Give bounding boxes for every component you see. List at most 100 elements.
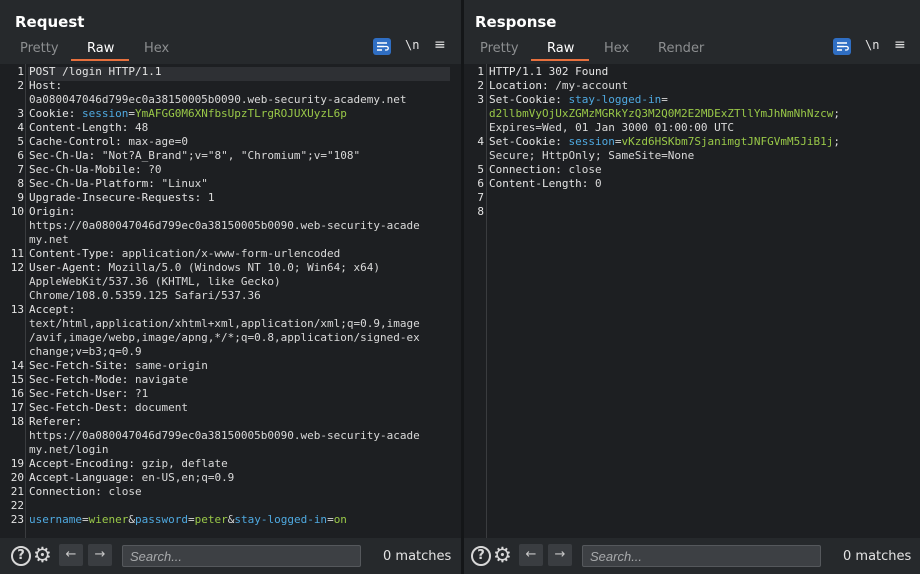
tab-raw[interactable]: Raw bbox=[547, 41, 574, 56]
code-token: Expires=Wed, 01 Jan 3000 01:00:00 UTC bbox=[489, 121, 735, 134]
code-token: = bbox=[128, 107, 135, 120]
code-token: & bbox=[128, 513, 135, 526]
code-line: Secure; HttpOnly; SameSite=None bbox=[489, 149, 694, 163]
line-number: 17 bbox=[10, 401, 24, 414]
tab-hex[interactable]: Hex bbox=[144, 41, 169, 56]
code-token: HTTP/1.1 302 Found bbox=[489, 65, 609, 78]
code-token: wiener bbox=[88, 513, 129, 526]
code-token: "Not?A_Brand";v="8", "Chromium";v="108" bbox=[101, 149, 361, 162]
code-token: close bbox=[108, 485, 142, 498]
code-line: my.net bbox=[29, 233, 69, 247]
tab-raw[interactable]: Raw bbox=[87, 41, 114, 56]
code-token: = bbox=[327, 513, 334, 526]
options-menu-icon[interactable]: ≡ bbox=[434, 37, 446, 53]
tab-render[interactable]: Render bbox=[658, 41, 704, 56]
search-prev-button[interactable]: ← bbox=[519, 544, 543, 566]
request-search-input[interactable] bbox=[122, 545, 361, 567]
code-token: /my-account bbox=[555, 79, 629, 92]
code-line: User-Agent: Mozilla/5.0 (Windows NT 10.0… bbox=[29, 261, 380, 275]
code-token: 48 bbox=[134, 121, 149, 134]
line-number: 2 bbox=[17, 79, 24, 92]
request-title: Request bbox=[15, 13, 85, 31]
code-token: ; bbox=[833, 135, 841, 148]
code-token: change;v=b3;q=0.9 bbox=[29, 345, 142, 358]
code-line: Content-Type: application/x-www-form-url… bbox=[29, 247, 340, 261]
line-number: 10 bbox=[10, 205, 24, 218]
code-line: Sec-Ch-Ua-Platform: "Linux" bbox=[29, 177, 208, 191]
response-search-input[interactable] bbox=[582, 545, 821, 567]
tab-pretty[interactable]: Pretty bbox=[480, 41, 519, 56]
code-token: Content-Length: bbox=[29, 121, 135, 134]
code-token: stay-logged-in bbox=[568, 93, 662, 106]
line-number: 14 bbox=[10, 359, 24, 372]
code-token: my.net bbox=[29, 233, 69, 246]
code-token: Sec-Ch-Ua-Mobile: bbox=[29, 163, 149, 176]
code-token: ?1 bbox=[134, 387, 149, 400]
code-line: Content-Length: 48 bbox=[29, 121, 148, 135]
response-title: Response bbox=[475, 13, 557, 31]
code-token: Upgrade-Insecure-Requests: bbox=[29, 191, 208, 204]
code-line: Connection: close bbox=[29, 485, 142, 499]
request-editor[interactable]: 1 POST /login HTTP/1.1 2 Host: 0a080047046d7… bbox=[0, 64, 461, 538]
code-token: YmAFGG0M6XNfbsUpzTLrgROJUXUyzL6p bbox=[134, 107, 347, 120]
code-token: POST /login HTTP/1.1 bbox=[29, 65, 162, 78]
code-line: Sec-Fetch-User: ?1 bbox=[29, 387, 148, 401]
newline-toggle-icon[interactable]: \n bbox=[865, 38, 879, 52]
code-token: Mozilla/5.0 (Windows NT 10.0; Win64; x64… bbox=[108, 261, 381, 274]
tab-pretty[interactable]: Pretty bbox=[20, 41, 59, 56]
code-token: document bbox=[134, 401, 188, 414]
code-line: Chrome/108.0.5359.125 Safari/537.36 bbox=[29, 289, 261, 303]
help-icon[interactable]: ? bbox=[11, 546, 31, 566]
line-number: 7 bbox=[17, 163, 24, 176]
options-menu-icon[interactable]: ≡ bbox=[894, 37, 906, 53]
line-number: 4 bbox=[17, 121, 24, 134]
code-line: username=wiener&password=peter&stay-logg… bbox=[29, 513, 347, 527]
pretty-print-icon[interactable] bbox=[833, 38, 851, 55]
code-token: Content-Length: bbox=[489, 177, 595, 190]
code-token: Content-Type: bbox=[29, 247, 122, 260]
newline-toggle-icon[interactable]: \n bbox=[405, 38, 419, 52]
code-token: https://0a080047046d799ec0a38150005b0090… bbox=[29, 219, 420, 232]
code-line: Referer: bbox=[29, 415, 82, 429]
code-token: my.net/login bbox=[29, 443, 109, 456]
line-number: 3 bbox=[477, 93, 484, 106]
line-number: 6 bbox=[477, 177, 484, 190]
line-number: 9 bbox=[17, 191, 24, 204]
response-editor[interactable]: 1 HTTP/1.1 302 Found 2 Location: /my-accoun… bbox=[464, 64, 920, 538]
code-token: Sec-Fetch-Mode: bbox=[29, 373, 135, 386]
code-token: Accept-Encoding: bbox=[29, 457, 142, 470]
code-token: Sec-Ch-Ua: bbox=[29, 149, 102, 162]
code-token: https://0a080047046d799ec0a38150005b0090… bbox=[29, 429, 420, 442]
code-token: ?0 bbox=[148, 163, 162, 176]
tab-hex[interactable]: Hex bbox=[604, 41, 629, 56]
code-token: = bbox=[81, 513, 89, 526]
search-next-button[interactable]: → bbox=[88, 544, 112, 566]
code-line: Set-Cookie: session=vKzd6HSKbm7SjanimgtJ… bbox=[489, 135, 840, 149]
response-tabs: Pretty Raw Hex Render bbox=[464, 38, 920, 61]
request-match-count: 0 matches bbox=[383, 549, 452, 564]
code-token: Set-Cookie: bbox=[489, 93, 569, 106]
gutter-divider bbox=[486, 64, 487, 538]
code-token: Referer: bbox=[29, 415, 82, 428]
code-token: = bbox=[661, 93, 668, 106]
code-line: Sec-Fetch-Site: same-origin bbox=[29, 359, 208, 373]
code-token: Cookie: bbox=[29, 107, 82, 120]
search-next-button[interactable]: → bbox=[548, 544, 572, 566]
code-line: Sec-Fetch-Dest: document bbox=[29, 401, 188, 415]
line-number: 12 bbox=[10, 261, 24, 274]
pretty-print-icon[interactable] bbox=[373, 38, 391, 55]
response-bottom-bar: ? ⚙ ← → 0 matches bbox=[464, 538, 920, 574]
request-tabs: Pretty Raw Hex bbox=[0, 38, 461, 61]
settings-gear-icon[interactable]: ⚙ bbox=[33, 544, 52, 566]
code-token: close bbox=[568, 163, 602, 176]
code-token: 0a080047046d799ec0a38150005b0090.web-sec… bbox=[29, 93, 407, 106]
line-number: 16 bbox=[10, 387, 24, 400]
code-token: = bbox=[187, 513, 195, 526]
response-match-count: 0 matches bbox=[843, 549, 912, 564]
search-prev-button[interactable]: ← bbox=[59, 544, 83, 566]
code-token: peter bbox=[194, 513, 228, 526]
settings-gear-icon[interactable]: ⚙ bbox=[493, 544, 512, 566]
help-icon[interactable]: ? bbox=[471, 546, 491, 566]
code-token: ; bbox=[833, 107, 840, 120]
line-number: 23 bbox=[10, 513, 24, 526]
